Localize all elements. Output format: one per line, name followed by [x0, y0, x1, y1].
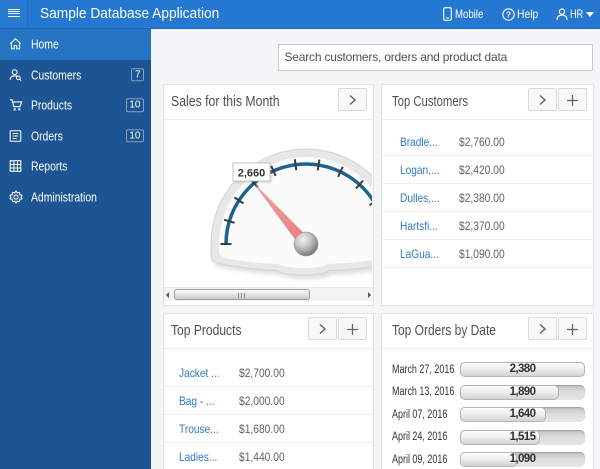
svg-text:2,660: 2,660 [238, 168, 266, 180]
svg-text:?: ? [506, 10, 511, 20]
